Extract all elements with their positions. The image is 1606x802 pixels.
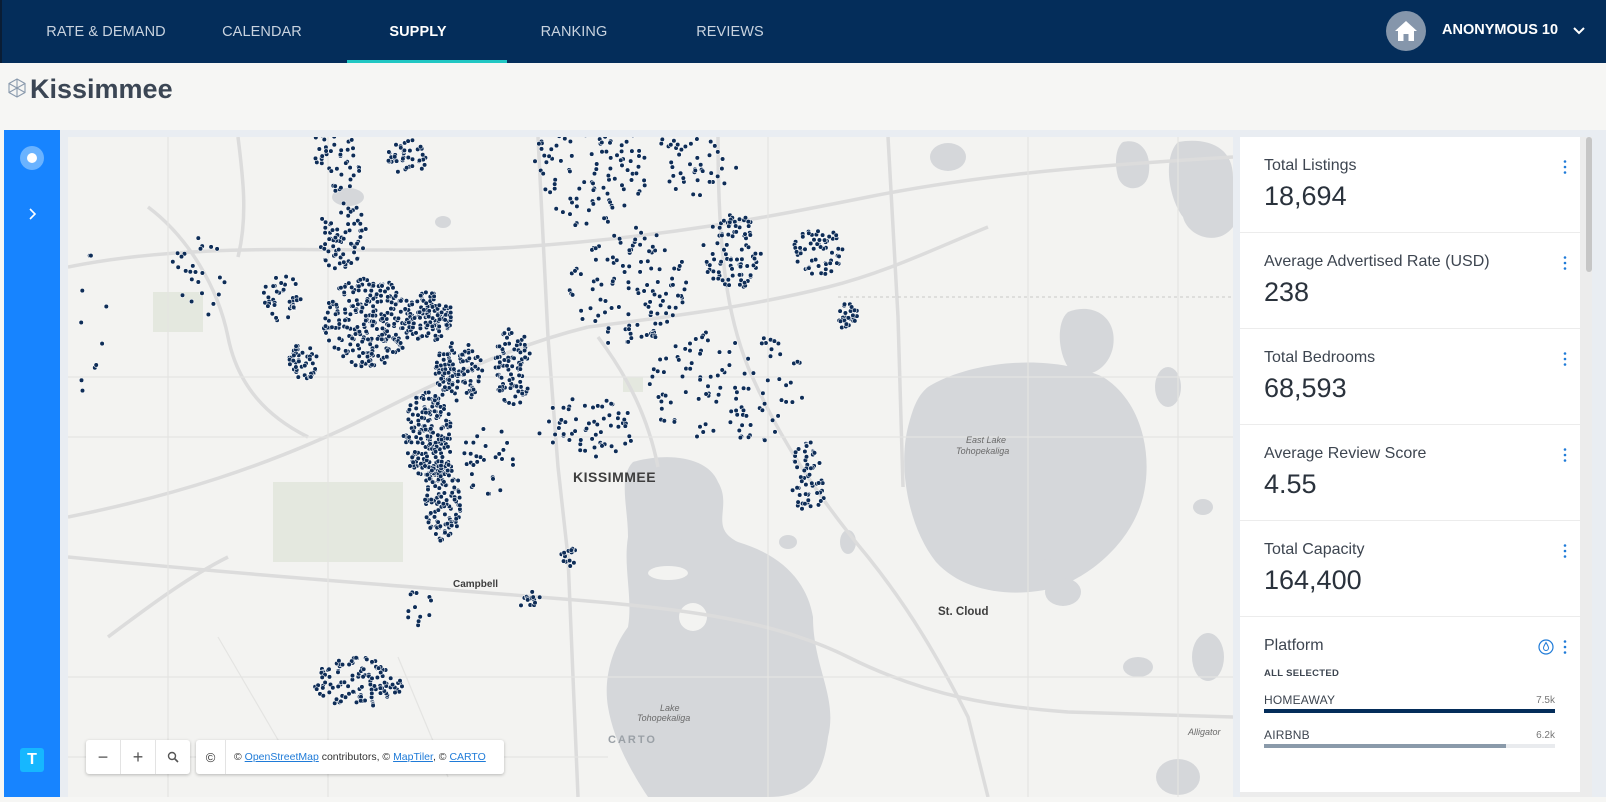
more-options-icon[interactable] xyxy=(1562,159,1568,175)
stat-label: Total Capacity xyxy=(1264,541,1365,558)
map-label-lake-toho-2: Tohopekaliga xyxy=(637,713,690,723)
t-badge-button[interactable]: T xyxy=(20,748,44,772)
osm-link[interactable]: OpenStreetMap xyxy=(245,751,319,763)
map-label-kissimmee: KISSIMMEE xyxy=(573,469,656,485)
user-name[interactable]: ANONYMOUS 10 xyxy=(1442,22,1558,38)
left-sidebar-rail: T xyxy=(4,130,60,797)
tab-reviews[interactable]: REVIEWS xyxy=(666,0,794,63)
island-small xyxy=(648,566,688,580)
map-canvas[interactable]: KISSIMMEE Campbell St. Cloud East Lake T… xyxy=(68,137,1233,797)
stat-value: 4.55 xyxy=(1264,469,1317,499)
platform-row-count: 7.5k xyxy=(1536,695,1555,706)
map-label-alligator: Alligator xyxy=(1187,727,1222,737)
east-lake-tohopekaliga xyxy=(904,362,1147,593)
map-zoom-controls: − + xyxy=(86,740,190,774)
stat-label: Total Listings xyxy=(1264,157,1357,174)
zoom-out-button[interactable]: − xyxy=(86,740,121,774)
home-icon xyxy=(1395,21,1417,41)
platform-bar-airbnb xyxy=(1264,744,1506,748)
stat-card-total-listings: Total Listings 18,694 xyxy=(1240,137,1580,232)
color-drop-icon[interactable] xyxy=(1538,639,1554,655)
tab-supply[interactable]: SUPPLY xyxy=(354,0,482,63)
lake-se-1 xyxy=(1045,578,1081,606)
map-label-east-lake: East Lake xyxy=(966,435,1006,445)
platform-bar-track xyxy=(1264,744,1555,748)
cube-icon xyxy=(8,78,26,98)
stat-label: Average Review Score xyxy=(1264,445,1427,462)
map-label-east-lake-2: Tohopekaliga xyxy=(956,446,1009,456)
carto-link[interactable]: CARTO xyxy=(449,751,485,763)
carto-logo: CARTO xyxy=(608,734,657,746)
lake-nw-1 xyxy=(435,216,451,228)
platform-bar-homeaway xyxy=(1264,709,1555,713)
lake-c-3 xyxy=(948,458,968,486)
stat-card-total-bedrooms: Total Bedrooms 68,593 xyxy=(1240,329,1580,424)
maptiler-link[interactable]: MapTiler xyxy=(393,751,433,763)
stat-card-review-score: Average Review Score 4.55 xyxy=(1240,425,1580,520)
page-title: Kissimmee xyxy=(30,74,173,104)
stat-label: Total Bedrooms xyxy=(1264,349,1376,366)
platform-title: Platform xyxy=(1264,637,1324,654)
map-search-button[interactable] xyxy=(156,740,190,774)
park-2 xyxy=(153,292,203,332)
map-attribution: © © OpenStreetMap contributors, © MapTil… xyxy=(196,740,504,774)
stat-value: 238 xyxy=(1264,277,1310,307)
platform-row-count: 6.2k xyxy=(1536,730,1555,741)
tab-calendar[interactable]: CALENDAR xyxy=(198,0,326,63)
tab-rate-demand[interactable]: RATE & DEMAND xyxy=(42,0,170,63)
chevron-down-icon[interactable] xyxy=(1570,22,1588,40)
lake-se-2 xyxy=(1038,559,1058,575)
map-label-campbell: Campbell xyxy=(453,579,498,590)
basemap: KISSIMMEE Campbell St. Cloud East Lake T… xyxy=(68,137,1233,797)
zoom-in-button[interactable]: + xyxy=(121,740,156,774)
lake-c-1 xyxy=(779,535,797,549)
active-tab-indicator xyxy=(347,60,507,63)
attribution-sep: , © xyxy=(432,751,450,763)
stat-card-average-rate: Average Advertised Rate (USD) 238 xyxy=(1240,233,1580,328)
platform-row-airbnb[interactable]: AIRBNB xyxy=(1264,728,1310,742)
chevron-right-icon[interactable] xyxy=(24,206,40,222)
stats-panel: Total Listings 18,694 Average Advertised… xyxy=(1240,137,1592,797)
platform-row-homeaway[interactable]: HOMEAWAY xyxy=(1264,693,1335,707)
lake-e-2 xyxy=(1193,499,1213,515)
stat-value: 18,694 xyxy=(1264,181,1347,211)
stat-label: Average Advertised Rate (USD) xyxy=(1264,253,1490,270)
more-options-icon[interactable] xyxy=(1562,351,1568,367)
attribution-prefix: © xyxy=(234,751,245,763)
lake-e-1 xyxy=(1155,367,1181,407)
selection-status: ALL SELECTED xyxy=(1264,668,1340,679)
attribution-toggle-button[interactable]: © xyxy=(196,740,226,774)
park-1 xyxy=(273,482,403,562)
dot-icon xyxy=(27,153,37,163)
lake-ne-2 xyxy=(1059,308,1114,375)
user-avatar[interactable] xyxy=(1386,11,1426,51)
platform-bar-track xyxy=(1264,709,1555,713)
attribution-mid: contributors, © xyxy=(318,751,394,763)
layer-toggle-button[interactable] xyxy=(20,146,44,170)
lake-ne-4 xyxy=(930,143,966,171)
stats-panel-scrollbar[interactable] xyxy=(1586,137,1592,272)
map-label-st-cloud: St. Cloud xyxy=(938,606,988,618)
more-options-icon[interactable] xyxy=(1562,447,1568,463)
stat-value: 68,593 xyxy=(1264,373,1347,403)
attribution-text: © OpenStreetMap contributors, © MapTiler… xyxy=(226,751,486,763)
top-navigation-bar: RATE & DEMAND CALENDAR SUPPLY RANKING RE… xyxy=(0,0,1606,63)
search-icon xyxy=(167,751,179,763)
stat-card-total-capacity: Total Capacity 164,400 xyxy=(1240,521,1580,616)
platform-filter-card: Platform ALL SELECTED HOMEAWAY 7.5k AIRB… xyxy=(1240,617,1580,792)
lake-se-3 xyxy=(1123,657,1153,677)
stat-value: 164,400 xyxy=(1264,565,1362,595)
tab-ranking[interactable]: RANKING xyxy=(510,0,638,63)
lake-se-5 xyxy=(1192,633,1224,681)
more-options-icon[interactable] xyxy=(1562,255,1568,271)
map-label-lake-toho: Lake xyxy=(660,703,680,713)
island xyxy=(679,603,707,631)
more-options-icon[interactable] xyxy=(1562,543,1568,559)
more-options-icon[interactable] xyxy=(1562,639,1568,655)
lake-tohopekaliga xyxy=(606,457,831,797)
